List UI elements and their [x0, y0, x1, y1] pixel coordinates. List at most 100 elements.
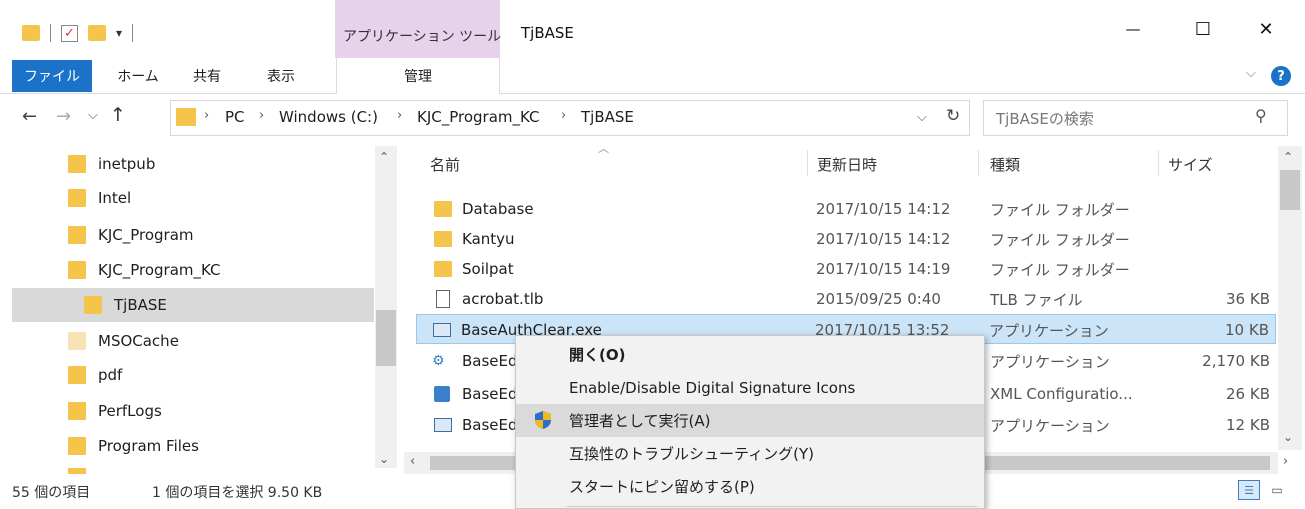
refresh-icon[interactable]: ↻ — [946, 106, 960, 126]
status-item-count: 55 個の項目 — [12, 485, 91, 501]
tab-home[interactable]: ホーム — [106, 60, 170, 92]
file-name: Soilpat — [462, 260, 514, 278]
file-size: 36 KB — [1226, 290, 1270, 308]
scroll-left-icon[interactable]: ‹ — [410, 454, 415, 469]
file-name: Kantyu — [462, 230, 515, 248]
menu-item-label: Enable/Disable Digital Signature Icons — [569, 378, 856, 397]
menu-item-label: 開く(O) — [569, 346, 626, 364]
menu-item-compatibility-troubleshoot[interactable]: 互換性のトラブルシューティング(Y) — [516, 437, 984, 470]
nav-item-label: KJC_Program — [98, 226, 194, 244]
nav-item-msocache[interactable]: MSOCache — [68, 324, 398, 358]
nav-item-label: MSOCache — [98, 332, 179, 350]
properties-checkbox-icon[interactable]: ✓ — [61, 24, 78, 42]
chevron-right-icon: › — [204, 108, 210, 123]
nav-item-label: KJC_Program_KC — [98, 261, 221, 279]
scroll-down-icon[interactable]: ⌄ — [379, 452, 389, 466]
nav-scrollbar[interactable] — [375, 146, 397, 468]
application-icon: ⚙ — [432, 353, 445, 369]
file-row-soilpat[interactable]: Soilpat 2017/10/15 14:19 ファイル フォルダー — [416, 254, 1276, 284]
file-size: 10 KB — [1225, 321, 1269, 339]
folder-icon — [68, 155, 86, 173]
folder-icon — [68, 261, 86, 279]
breadcrumb-kjc-program-kc[interactable]: KJC_Program_KC — [417, 108, 540, 126]
up-arrow-icon[interactable]: ↑ — [110, 104, 126, 126]
folder-icon — [176, 108, 196, 126]
folder-icon — [68, 468, 86, 474]
menu-item-pin-to-start[interactable]: スタートにピン留めする(P) — [516, 470, 984, 503]
column-header-size[interactable]: サイズ — [1168, 154, 1213, 175]
file-date: 2017/10/15 14:12 — [816, 200, 951, 218]
tab-file[interactable]: ファイル — [12, 60, 92, 92]
breadcrumb-pc[interactable]: PC — [225, 108, 245, 126]
nav-scroll-thumb[interactable] — [376, 310, 396, 366]
qat-dropdown-icon[interactable]: ▾ — [116, 26, 122, 40]
list-scroll-thumb[interactable] — [1280, 170, 1300, 210]
breadcrumb-tjbase[interactable]: TjBASE — [581, 108, 634, 126]
nav-item-perflogs[interactable]: PerfLogs — [68, 394, 398, 428]
back-arrow-icon[interactable]: ← — [22, 106, 37, 127]
file-type: TLB ファイル — [990, 290, 1083, 309]
menu-item-label: 管理者として実行(A) — [569, 412, 711, 430]
ribbon-expand-icon[interactable]: ⌵ — [1246, 66, 1256, 81]
nav-item-pdf[interactable]: pdf — [68, 358, 398, 392]
file-name: BaseEd — [462, 352, 518, 370]
search-icon[interactable]: ⚲ — [1255, 106, 1267, 125]
menu-item-digital-signature-icons[interactable]: Enable/Disable Digital Signature Icons — [516, 371, 984, 404]
close-button[interactable]: ✕ — [1241, 12, 1291, 46]
nav-item-intel[interactable]: Intel — [68, 181, 398, 215]
uac-shield-icon — [534, 410, 552, 430]
nav-item-program-files[interactable]: Program Files — [68, 429, 398, 463]
nav-item-kjc-program-kc[interactable]: KJC_Program_KC — [68, 253, 398, 287]
folder-icon — [434, 201, 452, 217]
nav-item-tjbase[interactable]: TjBASE — [84, 288, 414, 322]
maximize-button[interactable]: ☐ — [1178, 12, 1228, 46]
folder-icon[interactable] — [22, 25, 40, 41]
search-input[interactable]: TjBASEの検索 — [996, 108, 1094, 129]
details-view-icon[interactable]: ☰ — [1238, 480, 1260, 500]
file-row-kantyu[interactable]: Kantyu 2017/10/15 14:12 ファイル フォルダー — [416, 224, 1276, 254]
status-selection: 1 個の項目を選択 9.50 KB — [152, 485, 323, 501]
file-size: 2,170 KB — [1202, 352, 1270, 370]
scroll-up-icon[interactable]: ⌃ — [379, 150, 389, 164]
scroll-up-icon[interactable]: ⌃ — [1283, 150, 1293, 164]
context-tab-label: アプリケーション ツール — [343, 29, 502, 45]
tab-manage[interactable]: 管理 — [336, 58, 500, 94]
address-dropdown-icon[interactable]: ⌵ — [917, 110, 927, 125]
recent-locations-icon[interactable]: ⌵ — [88, 108, 98, 123]
window-title: TjBASE — [521, 24, 574, 42]
large-icons-view-icon[interactable]: ▭ — [1266, 480, 1288, 500]
new-folder-icon[interactable] — [88, 25, 106, 41]
tab-view[interactable]: 表示 — [254, 60, 308, 92]
nav-item-inetpub[interactable]: inetpub — [68, 147, 398, 181]
file-type: アプリケーション — [990, 352, 1110, 371]
file-row-database[interactable]: Database 2017/10/15 14:12 ファイル フォルダー — [416, 194, 1276, 224]
column-header-date[interactable]: 更新日時 — [817, 154, 877, 175]
file-date: 2017/10/15 14:19 — [816, 260, 951, 278]
file-name: BaseEd — [462, 385, 518, 403]
file-row-acrobat-tlb[interactable]: acrobat.tlb 2015/09/25 0:40 TLB ファイル 36 … — [416, 284, 1276, 314]
column-divider — [807, 150, 808, 176]
scroll-down-icon[interactable]: ⌄ — [1283, 430, 1293, 444]
forward-arrow-icon[interactable]: → — [56, 106, 71, 127]
column-header-type[interactable]: 種類 — [990, 154, 1020, 175]
menu-item-run-as-admin[interactable]: 管理者として実行(A) — [516, 404, 984, 437]
toolbar-separator — [50, 24, 51, 42]
nav-item-kjc-program[interactable]: KJC_Program — [68, 218, 398, 252]
minimize-button[interactable]: — — [1108, 12, 1158, 46]
file-name: acrobat.tlb — [462, 290, 544, 308]
folder-icon — [68, 402, 86, 420]
scroll-right-icon[interactable]: › — [1283, 454, 1288, 469]
tab-share[interactable]: 共有 — [180, 60, 234, 92]
folder-icon — [68, 189, 86, 207]
menu-item-open[interactable]: 開く(O) — [516, 338, 984, 371]
chevron-right-icon: › — [561, 108, 567, 123]
breadcrumb-windows-c[interactable]: Windows (C:) — [279, 108, 378, 126]
xml-config-icon — [434, 386, 450, 402]
application-icon — [433, 323, 451, 337]
nav-item-label: Program Files — [98, 437, 199, 455]
column-header-name[interactable]: 名前 — [430, 154, 460, 175]
file-type: ファイル フォルダー — [990, 230, 1130, 249]
folder-icon — [68, 366, 86, 384]
help-icon[interactable]: ? — [1271, 66, 1291, 86]
nav-item-label: PerfLogs — [98, 402, 162, 420]
